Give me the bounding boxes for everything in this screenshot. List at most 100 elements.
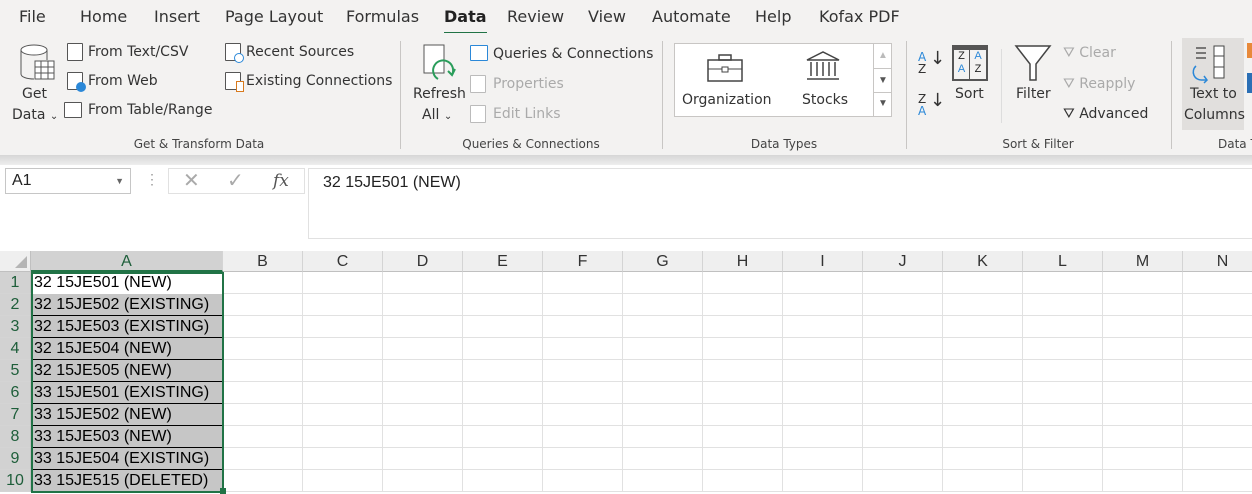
cell[interactable] bbox=[303, 448, 383, 470]
insert-function-button[interactable]: fx bbox=[273, 169, 289, 193]
clear-button[interactable]: Clear bbox=[1079, 45, 1116, 61]
cell[interactable] bbox=[463, 448, 543, 470]
from-web-button[interactable]: From Web bbox=[88, 73, 158, 89]
tab-kofax-pdf[interactable]: Kofax PDF bbox=[819, 7, 900, 26]
column-header-D[interactable]: D bbox=[383, 251, 463, 272]
cell[interactable] bbox=[1183, 360, 1252, 382]
tab-help[interactable]: Help bbox=[755, 7, 791, 26]
column-header-C[interactable]: C bbox=[303, 251, 383, 272]
cell[interactable] bbox=[703, 316, 783, 338]
cell[interactable] bbox=[463, 272, 543, 294]
cell[interactable] bbox=[463, 338, 543, 360]
tab-insert[interactable]: Insert bbox=[154, 7, 200, 26]
cell[interactable] bbox=[1023, 404, 1103, 426]
tab-file[interactable]: File bbox=[19, 7, 46, 26]
cell-A9[interactable]: 33 15JE504 (EXISTING) bbox=[31, 448, 223, 470]
cell[interactable] bbox=[1183, 382, 1252, 404]
cell[interactable] bbox=[543, 316, 623, 338]
cell[interactable] bbox=[1183, 470, 1252, 492]
cell[interactable] bbox=[943, 448, 1023, 470]
row-header-5[interactable]: 5 bbox=[0, 360, 31, 382]
stocks-button[interactable]: Stocks bbox=[785, 44, 865, 116]
column-header-J[interactable]: J bbox=[863, 251, 943, 272]
cell[interactable] bbox=[783, 360, 863, 382]
cell[interactable] bbox=[223, 426, 303, 448]
cell[interactable] bbox=[1103, 360, 1183, 382]
cell[interactable] bbox=[703, 382, 783, 404]
cell[interactable] bbox=[463, 426, 543, 448]
cell[interactable] bbox=[303, 470, 383, 492]
column-header-I[interactable]: I bbox=[783, 251, 863, 272]
cell[interactable] bbox=[863, 382, 943, 404]
cell[interactable] bbox=[783, 426, 863, 448]
cell[interactable] bbox=[1103, 382, 1183, 404]
cell[interactable] bbox=[1183, 272, 1252, 294]
cell[interactable] bbox=[303, 338, 383, 360]
cell[interactable] bbox=[383, 294, 463, 316]
cell[interactable] bbox=[383, 470, 463, 492]
cell[interactable] bbox=[623, 404, 703, 426]
cell[interactable] bbox=[783, 272, 863, 294]
row-header-1[interactable]: 1 bbox=[0, 272, 31, 294]
row-header-7[interactable]: 7 bbox=[0, 404, 31, 426]
cell[interactable] bbox=[383, 272, 463, 294]
cell[interactable] bbox=[1023, 470, 1103, 492]
row-header-8[interactable]: 8 bbox=[0, 426, 31, 448]
cell[interactable] bbox=[1103, 448, 1183, 470]
sort-a-z-button[interactable]: A Z ↓ bbox=[918, 50, 945, 76]
cell[interactable] bbox=[783, 294, 863, 316]
cell[interactable] bbox=[223, 470, 303, 492]
cell[interactable] bbox=[623, 272, 703, 294]
tab-home[interactable]: Home bbox=[80, 7, 127, 26]
cell[interactable] bbox=[543, 404, 623, 426]
cell[interactable] bbox=[1023, 382, 1103, 404]
cell[interactable] bbox=[943, 272, 1023, 294]
cell[interactable] bbox=[623, 294, 703, 316]
cell[interactable] bbox=[223, 448, 303, 470]
cell[interactable] bbox=[703, 360, 783, 382]
cell[interactable] bbox=[623, 360, 703, 382]
edit-links-button[interactable]: Edit Links bbox=[493, 106, 561, 122]
cell[interactable] bbox=[1103, 426, 1183, 448]
from-table-range-button[interactable]: From Table/Range bbox=[88, 102, 212, 118]
column-header-N[interactable]: N bbox=[1183, 251, 1252, 272]
cell[interactable] bbox=[1183, 404, 1252, 426]
cell[interactable] bbox=[1183, 448, 1252, 470]
tab-data[interactable]: Data bbox=[444, 7, 487, 35]
gallery-more-icon[interactable]: ▼ bbox=[874, 92, 892, 116]
cell[interactable] bbox=[383, 448, 463, 470]
cell[interactable] bbox=[303, 426, 383, 448]
tab-automate[interactable]: Automate bbox=[652, 7, 731, 26]
cell[interactable] bbox=[543, 448, 623, 470]
cell[interactable] bbox=[1183, 426, 1252, 448]
cell[interactable] bbox=[1103, 338, 1183, 360]
cell-A1[interactable]: 32 15JE501 (NEW) bbox=[31, 272, 223, 294]
row-header-4[interactable]: 4 bbox=[0, 338, 31, 360]
cell[interactable] bbox=[703, 426, 783, 448]
cell[interactable] bbox=[383, 426, 463, 448]
row-header-9[interactable]: 9 bbox=[0, 448, 31, 470]
cell[interactable] bbox=[383, 316, 463, 338]
cell[interactable] bbox=[543, 294, 623, 316]
cell-A4[interactable]: 32 15JE504 (NEW) bbox=[31, 338, 223, 360]
cancel-icon[interactable]: ✕ bbox=[183, 169, 200, 193]
tab-formulas[interactable]: Formulas bbox=[346, 7, 419, 26]
cell[interactable] bbox=[463, 470, 543, 492]
cell[interactable] bbox=[1023, 360, 1103, 382]
cell[interactable] bbox=[543, 338, 623, 360]
column-header-G[interactable]: G bbox=[623, 251, 703, 272]
column-header-E[interactable]: E bbox=[463, 251, 543, 272]
cell[interactable] bbox=[783, 382, 863, 404]
cell[interactable] bbox=[783, 338, 863, 360]
cell[interactable] bbox=[943, 470, 1023, 492]
column-header-M[interactable]: M bbox=[1103, 251, 1183, 272]
cell-A6[interactable]: 33 15JE501 (EXISTING) bbox=[31, 382, 223, 404]
row-header-6[interactable]: 6 bbox=[0, 382, 31, 404]
cell[interactable] bbox=[863, 426, 943, 448]
cell[interactable] bbox=[623, 316, 703, 338]
cell[interactable] bbox=[1023, 316, 1103, 338]
cell[interactable] bbox=[863, 272, 943, 294]
cell[interactable] bbox=[863, 360, 943, 382]
cell[interactable] bbox=[703, 272, 783, 294]
cell[interactable] bbox=[303, 360, 383, 382]
